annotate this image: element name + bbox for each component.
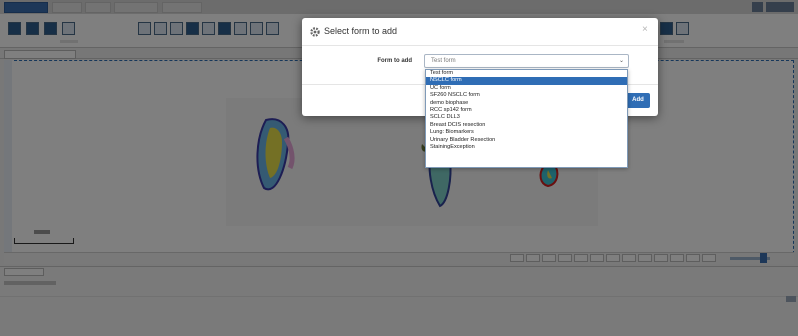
form-option[interactable]: SCLC DLL3 xyxy=(426,114,627,121)
add-button[interactable]: Add xyxy=(626,93,650,108)
form-option[interactable]: Breast DCIS resection xyxy=(426,122,627,129)
form-option[interactable]: demo biophase xyxy=(426,100,627,107)
form-select[interactable]: Test form ⌄ xyxy=(424,54,629,68)
form-option[interactable]: RCC sp142 form xyxy=(426,107,627,114)
close-icon[interactable]: × xyxy=(642,24,648,36)
form-select-value: Test form xyxy=(431,58,456,64)
chevron-down-icon[interactable]: ⌄ xyxy=(619,57,624,66)
form-option[interactable]: Urinary Bladder Resection xyxy=(426,137,627,144)
form-option[interactable]: Lung: Biomarkers xyxy=(426,129,627,136)
form-options-list[interactable]: Test form NSCLC form UC form SF260 NSCLC fo… xyxy=(425,69,628,168)
gear-icon xyxy=(310,27,320,37)
form-option[interactable]: Test form xyxy=(426,70,627,77)
form-option[interactable]: SF260 NSCLC form xyxy=(426,92,627,99)
dialog-title: Select form to add xyxy=(324,26,398,36)
form-option[interactable]: UC form xyxy=(426,85,627,92)
form-option[interactable]: NSCLC form xyxy=(426,77,627,85)
form-to-add-label: Form to add xyxy=(377,58,412,64)
form-option[interactable]: StainingException xyxy=(426,144,627,151)
